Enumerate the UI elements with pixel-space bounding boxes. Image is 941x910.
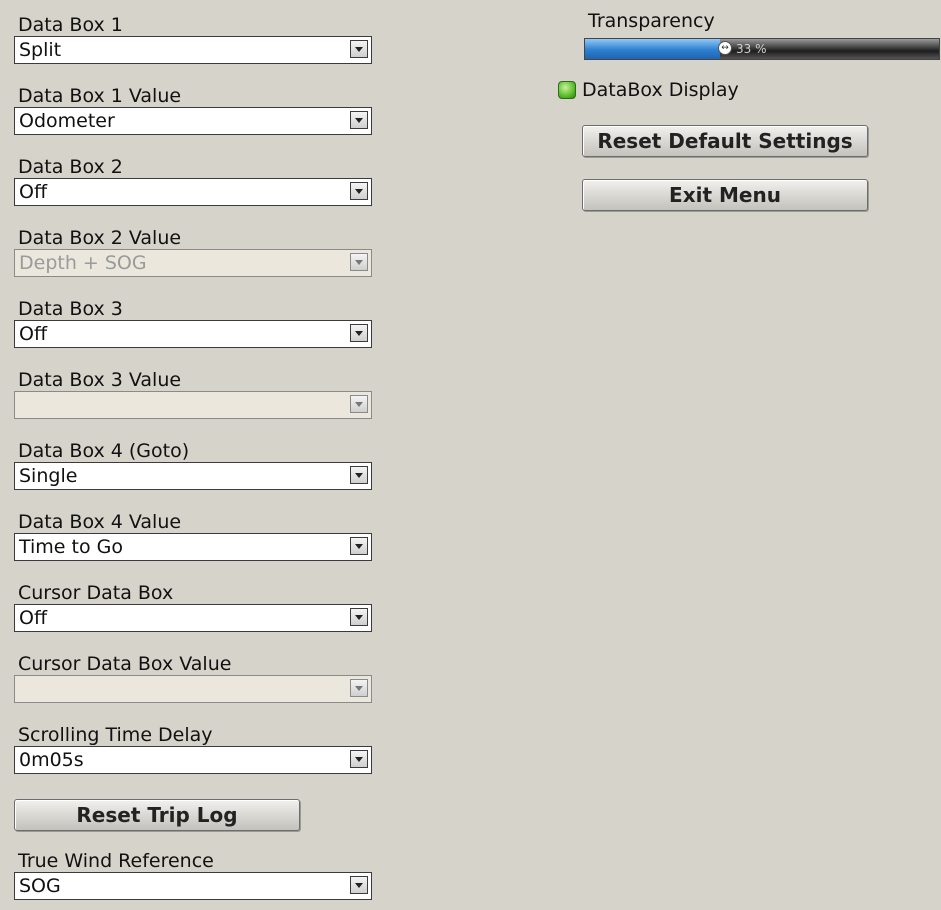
data-box-1-value-label: Data Box 1 Value: [18, 85, 182, 107]
data-box-3-value-select: [14, 391, 372, 419]
transparency-value: 33 %: [736, 42, 767, 56]
scrolling-time-delay-label: Scrolling Time Delay: [18, 724, 213, 746]
true-wind-reference-field: True Wind Reference SOG: [14, 850, 374, 900]
databox-display-toggle[interactable]: DataBox Display: [558, 78, 739, 102]
data-box-2-value-field: Data Box 2 Value Depth + SOG: [14, 227, 374, 277]
data-box-3-value-field: Data Box 3 Value: [14, 369, 374, 419]
data-box-1-label: Data Box 1: [18, 14, 123, 36]
reset-trip-log-button[interactable]: Reset Trip Log: [14, 799, 300, 831]
data-box-4-goto-label: Data Box 4 (Goto): [18, 440, 190, 462]
checkbox-led-icon[interactable]: [558, 81, 576, 99]
data-box-2-label: Data Box 2: [18, 156, 123, 178]
data-box-3-label: Data Box 3: [18, 298, 123, 320]
scrolling-time-delay-select[interactable]: 0m05s: [14, 746, 372, 774]
data-box-3-field: Data Box 3 Off: [14, 298, 374, 348]
true-wind-reference-select[interactable]: SOG: [14, 872, 372, 900]
transparency-slider-fill: [585, 39, 720, 59]
scrolling-time-delay-value: 0m05s: [19, 749, 84, 771]
cursor-data-box-value-label: Cursor Data Box Value: [18, 653, 232, 675]
chevron-down-icon[interactable]: [350, 111, 368, 129]
chevron-down-icon[interactable]: [350, 750, 368, 768]
data-box-4-value-label: Data Box 4 Value: [18, 511, 182, 533]
chevron-down-icon[interactable]: [350, 182, 368, 200]
cursor-data-box-value-field: Cursor Data Box Value: [14, 653, 374, 703]
exit-menu-button[interactable]: Exit Menu: [582, 179, 868, 211]
data-box-3-value-label: Data Box 3 Value: [18, 369, 182, 391]
data-box-4-value-select[interactable]: Time to Go: [14, 533, 372, 561]
cursor-data-box-field: Cursor Data Box Off: [14, 582, 374, 632]
chevron-down-icon[interactable]: [350, 876, 368, 894]
transparency-slider[interactable]: ↔ 33 %: [584, 38, 940, 60]
cursor-data-box-label: Cursor Data Box: [18, 582, 174, 604]
data-box-2-value-select: Depth + SOG: [14, 249, 372, 277]
data-box-1-value-field: Data Box 1 Value Odometer: [14, 85, 374, 135]
data-box-3-select[interactable]: Off: [14, 320, 372, 348]
true-wind-reference-value: SOG: [19, 875, 61, 897]
data-box-4-goto-value: Single: [19, 465, 78, 487]
chevron-down-icon[interactable]: [350, 324, 368, 342]
chevron-down-icon: [350, 253, 368, 271]
data-box-4-value-value: Time to Go: [19, 536, 123, 558]
cursor-data-box-value-select: [14, 675, 372, 703]
data-box-1-value-value: Odometer: [19, 110, 115, 132]
data-box-1-value: Split: [19, 39, 62, 61]
transparency-label: Transparency: [588, 10, 715, 32]
data-box-1-value-select[interactable]: Odometer: [14, 107, 372, 135]
data-box-4-value-field: Data Box 4 Value Time to Go: [14, 511, 374, 561]
data-box-2-field: Data Box 2 Off: [14, 156, 374, 206]
data-box-1-select[interactable]: Split: [14, 36, 372, 64]
cursor-data-box-value: Off: [19, 607, 48, 629]
cursor-data-box-select[interactable]: Off: [14, 604, 372, 632]
chevron-down-icon[interactable]: [350, 537, 368, 555]
data-box-2-value-value: Depth + SOG: [19, 252, 147, 274]
databox-display-label: DataBox Display: [582, 79, 739, 101]
scrolling-time-delay-field: Scrolling Time Delay 0m05s: [14, 724, 374, 774]
data-box-4-goto-field: Data Box 4 (Goto) Single: [14, 440, 374, 490]
chevron-down-icon: [350, 395, 368, 413]
data-box-1-field: Data Box 1 Split: [14, 14, 374, 64]
reset-default-settings-button[interactable]: Reset Default Settings: [582, 125, 868, 157]
chevron-down-icon: [350, 679, 368, 697]
data-box-2-value: Off: [19, 181, 48, 203]
data-box-3-value: Off: [19, 323, 48, 345]
slider-thumb-icon[interactable]: ↔: [718, 41, 732, 55]
chevron-down-icon[interactable]: [350, 40, 368, 58]
data-box-2-value-label: Data Box 2 Value: [18, 227, 182, 249]
chevron-down-icon[interactable]: [350, 466, 368, 484]
chevron-down-icon[interactable]: [350, 608, 368, 626]
true-wind-reference-label: True Wind Reference: [18, 850, 214, 872]
data-box-2-select[interactable]: Off: [14, 178, 372, 206]
data-box-4-goto-select[interactable]: Single: [14, 462, 372, 490]
